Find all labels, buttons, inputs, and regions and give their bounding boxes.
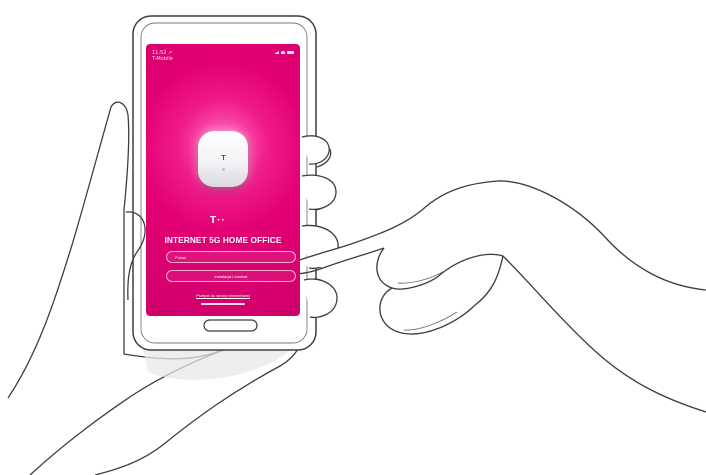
battery-icon bbox=[287, 51, 294, 54]
status-bar: 11:52 ↗ T-Mobile bbox=[152, 50, 294, 64]
wifi-icon bbox=[281, 51, 285, 54]
right-thumb-knuckle bbox=[397, 269, 458, 331]
router-logo: T bbox=[221, 155, 226, 162]
home-indicator bbox=[201, 303, 245, 305]
illustration-stage: 11:52 ↗ T-Mobile T T·· INTERNET 5G HOME … bbox=[0, 0, 706, 475]
router-status-light bbox=[222, 168, 225, 171]
network-name: T-Mobile bbox=[152, 56, 173, 62]
right-pointing-hand bbox=[285, 180, 706, 291]
status-icons bbox=[274, 50, 294, 64]
signal-icon bbox=[274, 51, 279, 54]
login-input[interactable]: Pokaż bbox=[166, 251, 296, 263]
router-device-image: T bbox=[198, 131, 248, 187]
website-link[interactable]: Przejdź do strony internetowej bbox=[146, 293, 300, 298]
home-button-icon[interactable] bbox=[203, 319, 258, 332]
app-title: INTERNET 5G HOME OFFICE bbox=[164, 235, 282, 245]
installation-button[interactable]: Instalacja i montaż bbox=[166, 270, 296, 282]
app-screen: 11:52 ↗ T-Mobile T T·· INTERNET 5G HOME … bbox=[146, 44, 300, 316]
status-left: 11:52 ↗ T-Mobile bbox=[152, 50, 173, 64]
hands-and-phone-illustration bbox=[7, 15, 706, 475]
telekom-logo: T·· bbox=[210, 215, 226, 226]
